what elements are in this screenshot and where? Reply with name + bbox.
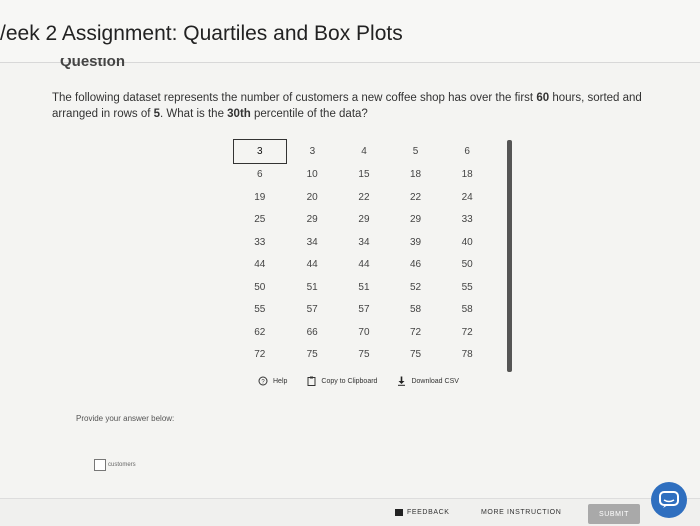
table-cell[interactable]: 52 [390,276,442,299]
table-cell[interactable]: 55 [441,276,493,299]
clipboard-icon [307,376,316,386]
table-cell[interactable]: 3 [233,139,287,164]
table-scrollbar[interactable] [507,140,512,372]
table-cell[interactable]: 4 [338,140,390,164]
table-cell[interactable]: 40 [441,231,493,254]
question-heading: Question [60,58,126,70]
table-cell[interactable]: 62 [234,321,287,344]
help-label: Help [273,377,288,385]
table-cell[interactable]: 72 [441,321,493,344]
table-cell[interactable]: 34 [338,231,390,254]
table-cell[interactable]: 72 [234,344,287,367]
download-label: Download CSV [411,377,459,385]
table-cell[interactable]: 29 [338,209,390,232]
percentile-value: 30th [227,108,251,120]
table-cell[interactable]: 5 [390,140,442,164]
table-cell[interactable]: 29 [286,209,338,232]
assignment-header: /eek 2 Assignment: Quartiles and Box Plo… [0,0,700,63]
copy-label: Copy to Clipboard [321,377,378,385]
table-row: 62 66 70 72 72 [234,321,494,344]
table-cell[interactable]: 6 [441,140,493,164]
table-row: 50 51 51 52 55 [234,276,494,299]
table-cell[interactable]: 18 [441,163,493,186]
chat-button[interactable] [651,482,687,518]
table-cell[interactable]: 25 [234,209,287,232]
table-cell[interactable]: 22 [338,186,390,209]
table-cell[interactable]: 29 [390,209,442,232]
table-row: 19 20 22 22 24 [234,186,494,209]
table-cell[interactable]: 19 [234,186,287,209]
table-cell[interactable]: 51 [286,276,338,299]
answer-unit: customers [108,462,136,468]
table-cell[interactable]: 57 [338,299,390,322]
table-cell[interactable]: 55 [234,299,287,322]
table-cell[interactable]: 44 [338,254,390,277]
table-cell[interactable]: 50 [234,276,287,299]
table-cell[interactable]: 18 [390,163,442,186]
table-cell[interactable]: 22 [390,186,442,209]
table-cell[interactable]: 20 [286,186,338,209]
table-row: 33456 [233,139,494,164]
table-cell[interactable]: 70 [338,321,390,344]
help-circle-icon: ? [258,376,268,386]
answer-input[interactable] [94,459,106,471]
table-row: 55 57 57 58 58 [234,299,494,322]
table-cell[interactable]: 75 [286,344,338,367]
table-cell[interactable]: 57 [286,299,338,322]
table-cell[interactable]: 75 [338,344,390,367]
answer-prompt: Provide your answer below: [76,414,175,423]
download-csv-button[interactable]: Download CSV [397,376,459,386]
answer-row: customers [94,459,136,471]
more-instruction-label: MORE INSTRUCTION [481,509,562,516]
page-title: /eek 2 Assignment: Quartiles and Box Plo… [0,22,403,45]
feedback-link[interactable]: FEEDBACK [395,509,450,516]
footer-bar: FEEDBACK MORE INSTRUCTION SUBMIT [0,498,700,526]
feedback-label: FEEDBACK [407,509,450,516]
table-cell[interactable]: 75 [390,344,442,367]
table-row: 33 34 34 39 40 [234,231,494,254]
table-cell[interactable]: 44 [234,254,287,277]
table-cell[interactable]: 78 [441,344,493,367]
table-cell[interactable]: 33 [234,231,287,254]
table-tools: ? Help Copy to Clipboard Download CSV [258,376,518,386]
table-cell[interactable]: 15 [338,163,390,186]
table-cell[interactable]: 39 [390,231,442,254]
more-instruction-link[interactable]: MORE INSTRUCTION [481,509,561,516]
submit-button[interactable]: SUBMIT [588,504,640,524]
feedback-flag-icon [395,509,403,516]
table-cell[interactable]: 44 [286,254,338,277]
table-row: 25 29 29 29 33 [234,209,494,232]
table-cell[interactable]: 58 [390,299,442,322]
hours-value: 60 [536,92,550,104]
table-cell[interactable]: 3 [286,140,338,164]
table-cell[interactable]: 6 [234,163,287,186]
chat-bubble-icon [659,491,679,508]
dataset-table: 3 3 4 5 6 6 10 15 18 18 19 20 22 22 24 25 29 29 29 33 33 34 34… [233,139,493,366]
table-cell[interactable]: 24 [441,186,493,209]
copy-to-clipboard-button[interactable]: Copy to Clipboard [307,376,377,386]
table-cell[interactable]: 58 [441,299,493,322]
download-arrow-icon [398,376,406,386]
table-cell[interactable]: 66 [286,321,338,344]
help-button[interactable]: ? Help [258,376,287,386]
table-cell[interactable]: 10 [286,163,338,186]
table-cell[interactable]: 72 [390,321,442,344]
table-row: 44 44 44 46 50 [234,254,494,277]
table-cell[interactable]: 51 [338,276,390,299]
table-row: 6 10 15 18 18 [234,163,494,186]
dataset-table-container[interactable]: 3 3 4 5 6 6 10 15 18 18 19 20 22 22 24 25 29 29 29 33 33 34 34… [233,139,508,369]
table-cell[interactable]: 33 [441,209,493,232]
question-text: The following dataset represents the num… [52,92,642,120]
table-cell[interactable]: 50 [441,254,493,277]
table-row: 72 75 75 75 78 [234,344,494,367]
table-cell[interactable]: 46 [390,254,442,277]
table-cell[interactable]: 34 [286,231,338,254]
